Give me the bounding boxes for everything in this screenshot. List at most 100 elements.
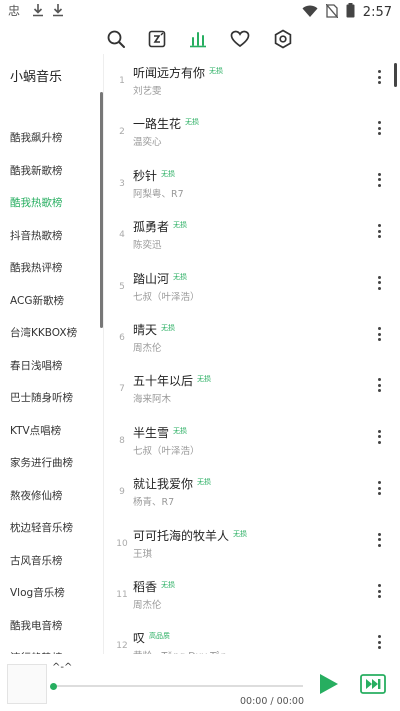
song-artist: 七叔（叶泽浩）	[133, 445, 200, 457]
song-title-line: 就让我爱你 无损	[133, 475, 211, 492]
top-toolbar	[0, 24, 400, 54]
quality-badge: 无损	[233, 529, 248, 538]
settings-icon[interactable]	[270, 26, 296, 52]
sidebar-item[interactable]: 酷我热歌榜	[10, 195, 63, 210]
song-title-line: 孤勇者 无损	[133, 218, 187, 235]
song-row[interactable]: 11 稻香 无损 周杰伦	[105, 568, 400, 619]
sidebar-item[interactable]: 台湾KKBOX榜	[10, 325, 77, 340]
sidebar-item[interactable]: Vlog音乐榜	[10, 585, 65, 600]
no-sim-icon	[325, 3, 339, 22]
song-title: 五十年以后	[133, 374, 194, 389]
quality-badge: 无损	[185, 118, 200, 127]
player-time: 00:00 / 00:00	[240, 696, 304, 707]
song-index: 8	[119, 435, 125, 446]
rank-list-icon[interactable]	[144, 26, 170, 52]
svg-text:忠: 忠	[8, 4, 20, 17]
album-cover[interactable]	[7, 664, 47, 704]
song-artist: 周杰伦	[133, 600, 162, 611]
song-row[interactable]: 7 五十年以后 无损海来阿木	[105, 362, 400, 413]
song-title-line: 稻香 无损	[133, 578, 175, 595]
sidebar-item[interactable]: 酷我新歌榜	[10, 163, 63, 178]
more-options-icon[interactable]	[376, 121, 382, 136]
progress-bar[interactable]	[50, 682, 303, 690]
sidebar-item[interactable]: 酷我电音榜	[10, 618, 63, 633]
sidebar-item[interactable]: KTV点唱榜	[10, 423, 61, 438]
more-options-icon[interactable]	[376, 275, 382, 290]
more-options-icon[interactable]	[376, 70, 382, 84]
song-artist: 杨青、R7	[133, 497, 175, 509]
song-index: 1	[119, 76, 125, 86]
song-row[interactable]: 12叹高品质黄龄、Tăng Duy Tân	[105, 619, 400, 654]
more-options-icon[interactable]	[376, 532, 382, 547]
sidebar-item[interactable]: 家务进行曲榜	[10, 455, 73, 470]
more-options-icon[interactable]	[376, 327, 382, 341]
song-title: 踏山河	[133, 271, 170, 286]
more-options-icon[interactable]	[376, 584, 382, 598]
quality-badge: 无损	[161, 324, 176, 332]
song-title-line: 五十年以后 无损	[133, 372, 211, 389]
sidebar-item[interactable]: ACG新歌榜	[10, 293, 64, 308]
more-options-icon[interactable]	[376, 224, 382, 239]
quality-badge: 无损	[197, 478, 212, 487]
song-row[interactable]: 1 听闻远方有你 无损 刘艺雯	[105, 54, 400, 105]
mini-player: ^-^ 00:00 / 00:00	[0, 654, 400, 711]
song-index: 5	[119, 281, 125, 292]
song-row[interactable]: 6 晴天 无损 周杰伦	[105, 311, 400, 362]
song-title-line: 叹高品质	[133, 629, 170, 646]
more-options-icon[interactable]	[376, 481, 382, 496]
song-title: 叹	[133, 631, 146, 646]
play-icon	[320, 674, 338, 694]
song-title: 可可托海的牧羊人	[133, 528, 230, 543]
song-row[interactable]: 8 半生雪 无损七叔（叶泽浩）	[105, 414, 400, 465]
song-artist: 陈奕迅	[133, 240, 162, 252]
song-title-line: 秒针 无损	[133, 167, 175, 184]
song-title-line: 半生雪 无损	[133, 424, 187, 441]
more-options-icon[interactable]	[376, 172, 382, 187]
sidebar-item[interactable]: 巴士随身听榜	[10, 390, 73, 405]
search-icon[interactable]	[103, 26, 129, 52]
next-track-button[interactable]	[360, 674, 386, 694]
heart-icon[interactable]	[227, 26, 253, 52]
progress-thumb[interactable]	[50, 682, 57, 690]
song-row[interactable]: 4 孤勇者 无损 陈奕迅	[105, 208, 400, 259]
song-list-scrollbar[interactable]	[394, 63, 397, 87]
player-track-title: ^-^	[52, 662, 73, 673]
more-options-icon[interactable]	[376, 378, 382, 393]
song-title: 稻香	[133, 580, 158, 594]
quality-badge: 高品质	[149, 632, 171, 641]
quality-badge: 无损	[161, 169, 176, 178]
sidebar-item[interactable]: 枕边轻音乐榜	[10, 520, 73, 535]
sidebar-item[interactable]: 抖音热歌榜	[10, 228, 63, 243]
bar-chart-icon[interactable]	[185, 26, 211, 52]
song-title: 听闻远方有你	[133, 66, 206, 80]
song-index: 12	[116, 641, 128, 652]
more-options-icon[interactable]	[376, 429, 382, 444]
chart-category-sidebar[interactable]: 小蜗音乐 酷我飙升榜酷我新歌榜酷我热歌榜抖音热歌榜酷我热评榜 ACG新歌榜 台湾KK…	[0, 54, 104, 654]
song-row[interactable]: 3 秒针 无损 阿梨粤、R7	[105, 157, 400, 208]
song-list: 1 听闻远方有你 无损 刘艺雯 2 一路生花 无损 温奕心 3 秒针 无损 阿梨粤、R7 4 孤勇者 无损陈…	[105, 54, 400, 654]
song-title-line: 踏山河 无损	[133, 270, 187, 287]
sidebar-item[interactable]: 酷我飙升榜	[10, 130, 63, 145]
sidebar-item[interactable]: 春日浅唱榜	[10, 358, 63, 373]
quality-badge: 无损	[173, 221, 188, 230]
song-artist: 海来阿木	[133, 394, 172, 406]
play-button[interactable]	[316, 672, 340, 696]
song-title-line: 可可托海的牧羊人 无损	[133, 527, 247, 544]
song-index: 7	[119, 384, 125, 395]
sidebar-scrollbar[interactable]	[100, 92, 103, 328]
song-artist: 周杰伦	[133, 343, 162, 354]
sidebar-item[interactable]: 古风音乐榜	[10, 553, 63, 568]
song-row[interactable]: 9 就让我爱你 无损 杨青、R7	[105, 465, 400, 516]
song-title: 晴天	[133, 323, 158, 337]
song-title: 孤勇者	[133, 220, 170, 235]
sidebar-item[interactable]: 酷我热评榜	[10, 260, 63, 275]
more-options-icon[interactable]	[376, 635, 382, 650]
song-title: 就让我爱你	[133, 477, 194, 492]
song-row[interactable]: 2 一路生花 无损 温奕心	[105, 105, 400, 156]
song-title: 半生雪	[133, 425, 170, 440]
quality-badge: 无损	[173, 426, 188, 435]
sidebar-app-title: 小蜗音乐	[10, 70, 63, 85]
song-row[interactable]: 10 可可托海的牧羊人 无损 王琪	[105, 517, 400, 568]
song-row[interactable]: 5 踏山河 无损 七叔（叶泽浩）	[105, 260, 400, 311]
sidebar-item[interactable]: 熬夜修仙榜	[10, 488, 63, 503]
